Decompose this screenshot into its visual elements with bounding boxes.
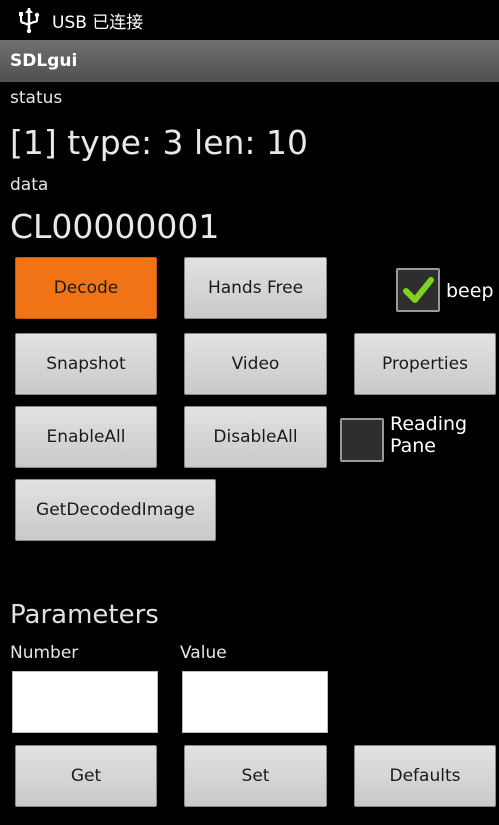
app-title: SDLgui [10,51,78,71]
reading-pane-label-line2: Pane [390,435,436,457]
check-icon [403,277,434,303]
enable-all-button[interactable]: EnableAll [15,406,157,468]
number-label: Number [10,643,79,663]
disable-all-button[interactable]: DisableAll [184,406,327,468]
reading-pane-label-line1: Reading [390,413,468,435]
reading-pane-label: Reading Pane [390,413,467,457]
get-decoded-image-button[interactable]: GetDecodedImage [15,479,216,541]
properties-button[interactable]: Properties [354,333,496,395]
data-label: data [10,175,49,195]
status-value: [1] type: 3 len: 10 [10,123,309,162]
system-status-bar: USB 已连接 [0,0,499,40]
hands-free-button[interactable]: Hands Free [184,257,327,319]
app-title-bar: SDLgui [0,40,499,82]
beep-checkbox[interactable] [396,268,440,312]
usb-status-text: USB 已连接 [52,12,144,33]
get-button[interactable]: Get [15,745,157,807]
usb-icon [19,8,40,34]
video-button[interactable]: Video [184,333,327,395]
number-field[interactable] [12,671,158,733]
defaults-button[interactable]: Defaults [354,745,496,807]
snapshot-button[interactable]: Snapshot [15,333,157,395]
parameters-heading: Parameters [10,600,159,630]
value-label: Value [180,643,227,663]
set-button[interactable]: Set [184,745,327,807]
reading-pane-checkbox[interactable] [340,418,384,462]
status-label: status [10,88,63,108]
beep-label: beep [446,280,494,302]
value-field[interactable] [182,671,328,733]
data-value: CL00000001 [10,207,220,246]
decode-button[interactable]: Decode [15,257,157,319]
